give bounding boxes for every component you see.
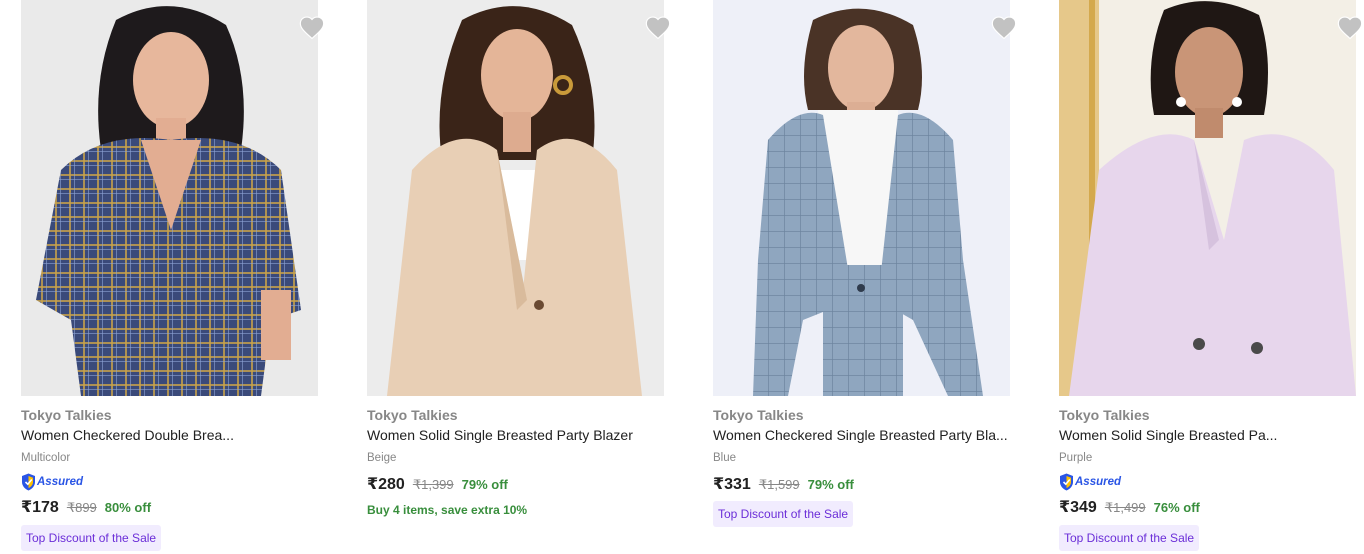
original-price: ₹899: [66, 500, 97, 515]
assured-label: Assured: [1075, 476, 1122, 488]
price-row: ₹331 ₹1,599 79% off: [713, 474, 854, 494]
product-brand: Tokyo Talkies: [367, 407, 458, 423]
product-photo-checkered-blazer: [21, 0, 318, 396]
bulk-offer-text: Buy 4 items, save extra 10%: [367, 503, 528, 517]
selling-price: ₹331: [713, 476, 751, 493]
product-brand: Tokyo Talkies: [21, 407, 112, 423]
original-price: ₹1,499: [1104, 500, 1146, 515]
wishlist-heart-icon[interactable]: [298, 14, 326, 42]
product-image[interactable]: [713, 0, 1010, 396]
assured-shield-icon: [1060, 473, 1073, 491]
wishlist-heart-icon[interactable]: [990, 14, 1018, 42]
deal-badge: Top Discount of the Sale: [1059, 525, 1200, 551]
product-photo-beige-blazer: [367, 0, 664, 396]
price-row: ₹280 ₹1,399 79% off: [367, 474, 508, 494]
product-grid: Tokyo Talkies Women Checkered Double Bre…: [0, 0, 1364, 554]
discount-percent: 80% off: [104, 500, 152, 515]
deal-badge: Top Discount of the Sale: [713, 501, 854, 527]
product-color: Blue: [713, 452, 737, 464]
product-photo-purple-blazer: [1059, 0, 1356, 396]
original-price: ₹1,599: [758, 477, 800, 492]
product-title[interactable]: Women Solid Single Breasted Pa...: [1059, 427, 1356, 443]
product-image[interactable]: [1059, 0, 1356, 396]
assured-shield-icon: [22, 473, 35, 491]
product-card[interactable]: Tokyo Talkies Women Solid Single Breaste…: [367, 0, 671, 554]
product-title[interactable]: Women Checkered Single Breasted Party Bl…: [713, 427, 1010, 443]
product-card[interactable]: Tokyo Talkies Women Checkered Double Bre…: [21, 0, 325, 554]
original-price: ₹1,399: [412, 477, 454, 492]
assured-label: Assured: [37, 476, 84, 488]
product-image[interactable]: [367, 0, 664, 396]
product-card[interactable]: Tokyo Talkies Women Solid Single Breaste…: [1059, 0, 1363, 554]
product-brand: Tokyo Talkies: [1059, 407, 1150, 423]
product-card[interactable]: Tokyo Talkies Women Checkered Single Bre…: [713, 0, 1017, 554]
product-color: Purple: [1059, 452, 1093, 464]
product-image[interactable]: [21, 0, 318, 396]
product-title[interactable]: Women Solid Single Breasted Party Blazer: [367, 427, 664, 443]
price-row: ₹178 ₹899 80% off: [21, 497, 151, 517]
product-color: Multicolor: [21, 452, 71, 464]
deal-badge: Top Discount of the Sale: [21, 525, 162, 551]
product-title[interactable]: Women Checkered Double Brea...: [21, 427, 318, 443]
wishlist-heart-icon[interactable]: [1336, 14, 1364, 42]
discount-percent: 79% off: [461, 477, 508, 492]
wishlist-heart-icon[interactable]: [644, 14, 672, 42]
price-row: ₹349 ₹1,499 76% off: [1059, 497, 1200, 517]
product-brand: Tokyo Talkies: [713, 407, 804, 423]
selling-price: ₹178: [21, 499, 59, 516]
selling-price: ₹280: [367, 476, 405, 493]
product-color: Beige: [367, 452, 397, 464]
discount-percent: 76% off: [1153, 500, 1200, 515]
discount-percent: 79% off: [807, 477, 854, 492]
assured-badge: Assured: [1059, 472, 1121, 492]
selling-price: ₹349: [1059, 499, 1097, 516]
product-photo-blue-blazer: [713, 0, 1010, 396]
assured-badge: Assured: [21, 472, 83, 492]
